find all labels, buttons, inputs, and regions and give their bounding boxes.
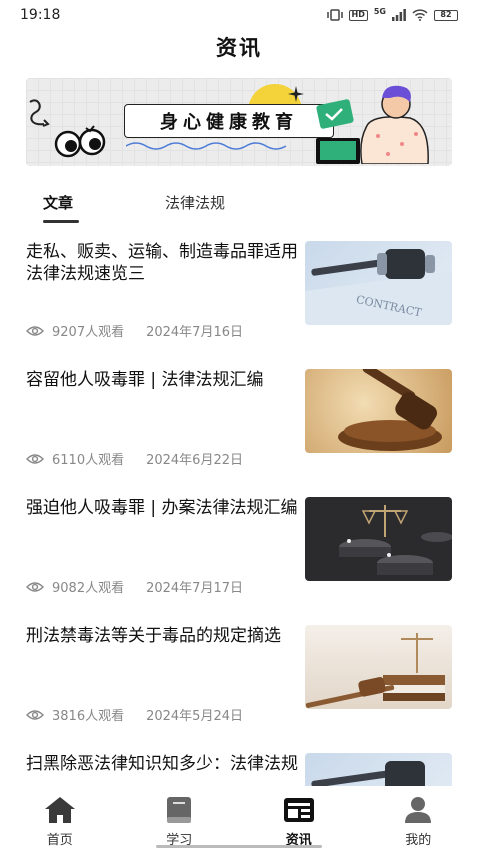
view-count: 9207人观看 — [52, 325, 125, 340]
network-label: 5G — [373, 6, 386, 16]
publish-date: 2024年5月24日 — [146, 709, 243, 724]
article-title: 容留他人吸毒罪 | 法律法规汇编 — [26, 370, 264, 390]
page-title: 资讯 — [216, 36, 262, 60]
status-icons: HD 5G 82 — [326, 6, 458, 21]
category-tabs: 文章 法律法规 — [26, 188, 452, 228]
tabbar-study[interactable]: 学习 — [120, 786, 240, 850]
article-thumbnail — [305, 753, 452, 787]
view-count: 3816人观看 — [52, 709, 125, 724]
home-icon — [44, 797, 75, 823]
banner-wave-line — [126, 142, 287, 150]
eye-icon — [26, 325, 44, 336]
news-icon — [283, 798, 314, 822]
eye-icon — [26, 453, 44, 464]
tabbar-news[interactable]: 资讯 — [239, 786, 359, 850]
banner-title: 身心健康教育 — [124, 104, 334, 138]
eye-icon — [26, 709, 44, 720]
publish-date: 2024年7月16日 — [146, 325, 243, 340]
tabbar-label: 首页 — [46, 833, 73, 848]
article-thumbnail: CONTRACT — [305, 241, 452, 325]
article-meta: 3816人观看 2024年5月24日 — [26, 705, 243, 724]
article-item[interactable]: 强迫他人吸毒罪 | 办案法律法规汇编 9082人观看 2024年7月17日 — [26, 497, 452, 607]
view-count: 6110人观看 — [52, 453, 125, 468]
article-title: 扫黑除恶法律知识知多少：法律法规 — [26, 754, 298, 774]
hd-icon: HD — [348, 9, 368, 21]
banner[interactable]: 身心健康教育 — [26, 78, 452, 166]
vibrate-icon — [326, 9, 343, 21]
article-item[interactable]: 走私、贩卖、运输、制造毒品罪适用法律法规速览三 9207人观看 2024年7月1… — [26, 241, 452, 351]
article-item[interactable]: 刑法禁毒法等关于毒品的规定摘选 3816人观看 2024年5月24日 — [26, 625, 452, 735]
article-meta: 9207人观看 2024年7月16日 — [26, 321, 243, 340]
banner-eyes-illustration — [54, 122, 106, 166]
profile-icon — [405, 797, 432, 823]
article-item[interactable]: 扫黑除恶法律知识知多少：法律法规 — [26, 753, 452, 787]
home-indicator — [156, 845, 322, 848]
article-item[interactable]: 容留他人吸毒罪 | 法律法规汇编 6110人观看 2024年6月22日 — [26, 369, 452, 479]
wifi-icon — [412, 9, 428, 21]
banner-person-illustration — [310, 84, 440, 166]
article-meta: 9082人观看 2024年7月17日 — [26, 577, 243, 596]
article-title: 走私、贩卖、运输、制造毒品罪适用法律法规速览三 — [26, 242, 298, 284]
tabbar-label: 我的 — [405, 833, 432, 848]
view-count: 9082人观看 — [52, 581, 125, 596]
article-thumbnail — [305, 497, 452, 581]
eye-icon — [26, 581, 44, 592]
status-time: 19:18 — [20, 7, 61, 23]
article-thumbnail — [305, 625, 452, 709]
tab-laws-regulations[interactable]: 法律法规 — [165, 192, 225, 213]
book-icon — [167, 797, 192, 823]
publish-date: 2024年7月17日 — [146, 581, 243, 596]
signal-icon — [392, 9, 406, 21]
status-bar: 19:18 HD 5G 82 — [0, 0, 478, 30]
banner-sparkle-icon — [288, 86, 304, 102]
tabbar-profile[interactable]: 我的 — [359, 786, 478, 850]
tab-articles[interactable]: 文章 — [43, 192, 73, 213]
tabbar-home[interactable]: 首页 — [0, 786, 120, 850]
article-thumbnail — [305, 369, 452, 453]
article-title: 刑法禁毒法等关于毒品的规定摘选 — [26, 626, 281, 646]
active-tab-indicator — [43, 220, 79, 223]
publish-date: 2024年6月22日 — [146, 453, 243, 468]
article-meta: 6110人观看 2024年6月22日 — [26, 449, 243, 468]
bottom-tab-bar: 首页 学习 资讯 我的 — [0, 786, 478, 850]
article-title: 强迫他人吸毒罪 | 办案法律法规汇编 — [26, 498, 298, 518]
battery-icon: 82 — [434, 9, 458, 21]
